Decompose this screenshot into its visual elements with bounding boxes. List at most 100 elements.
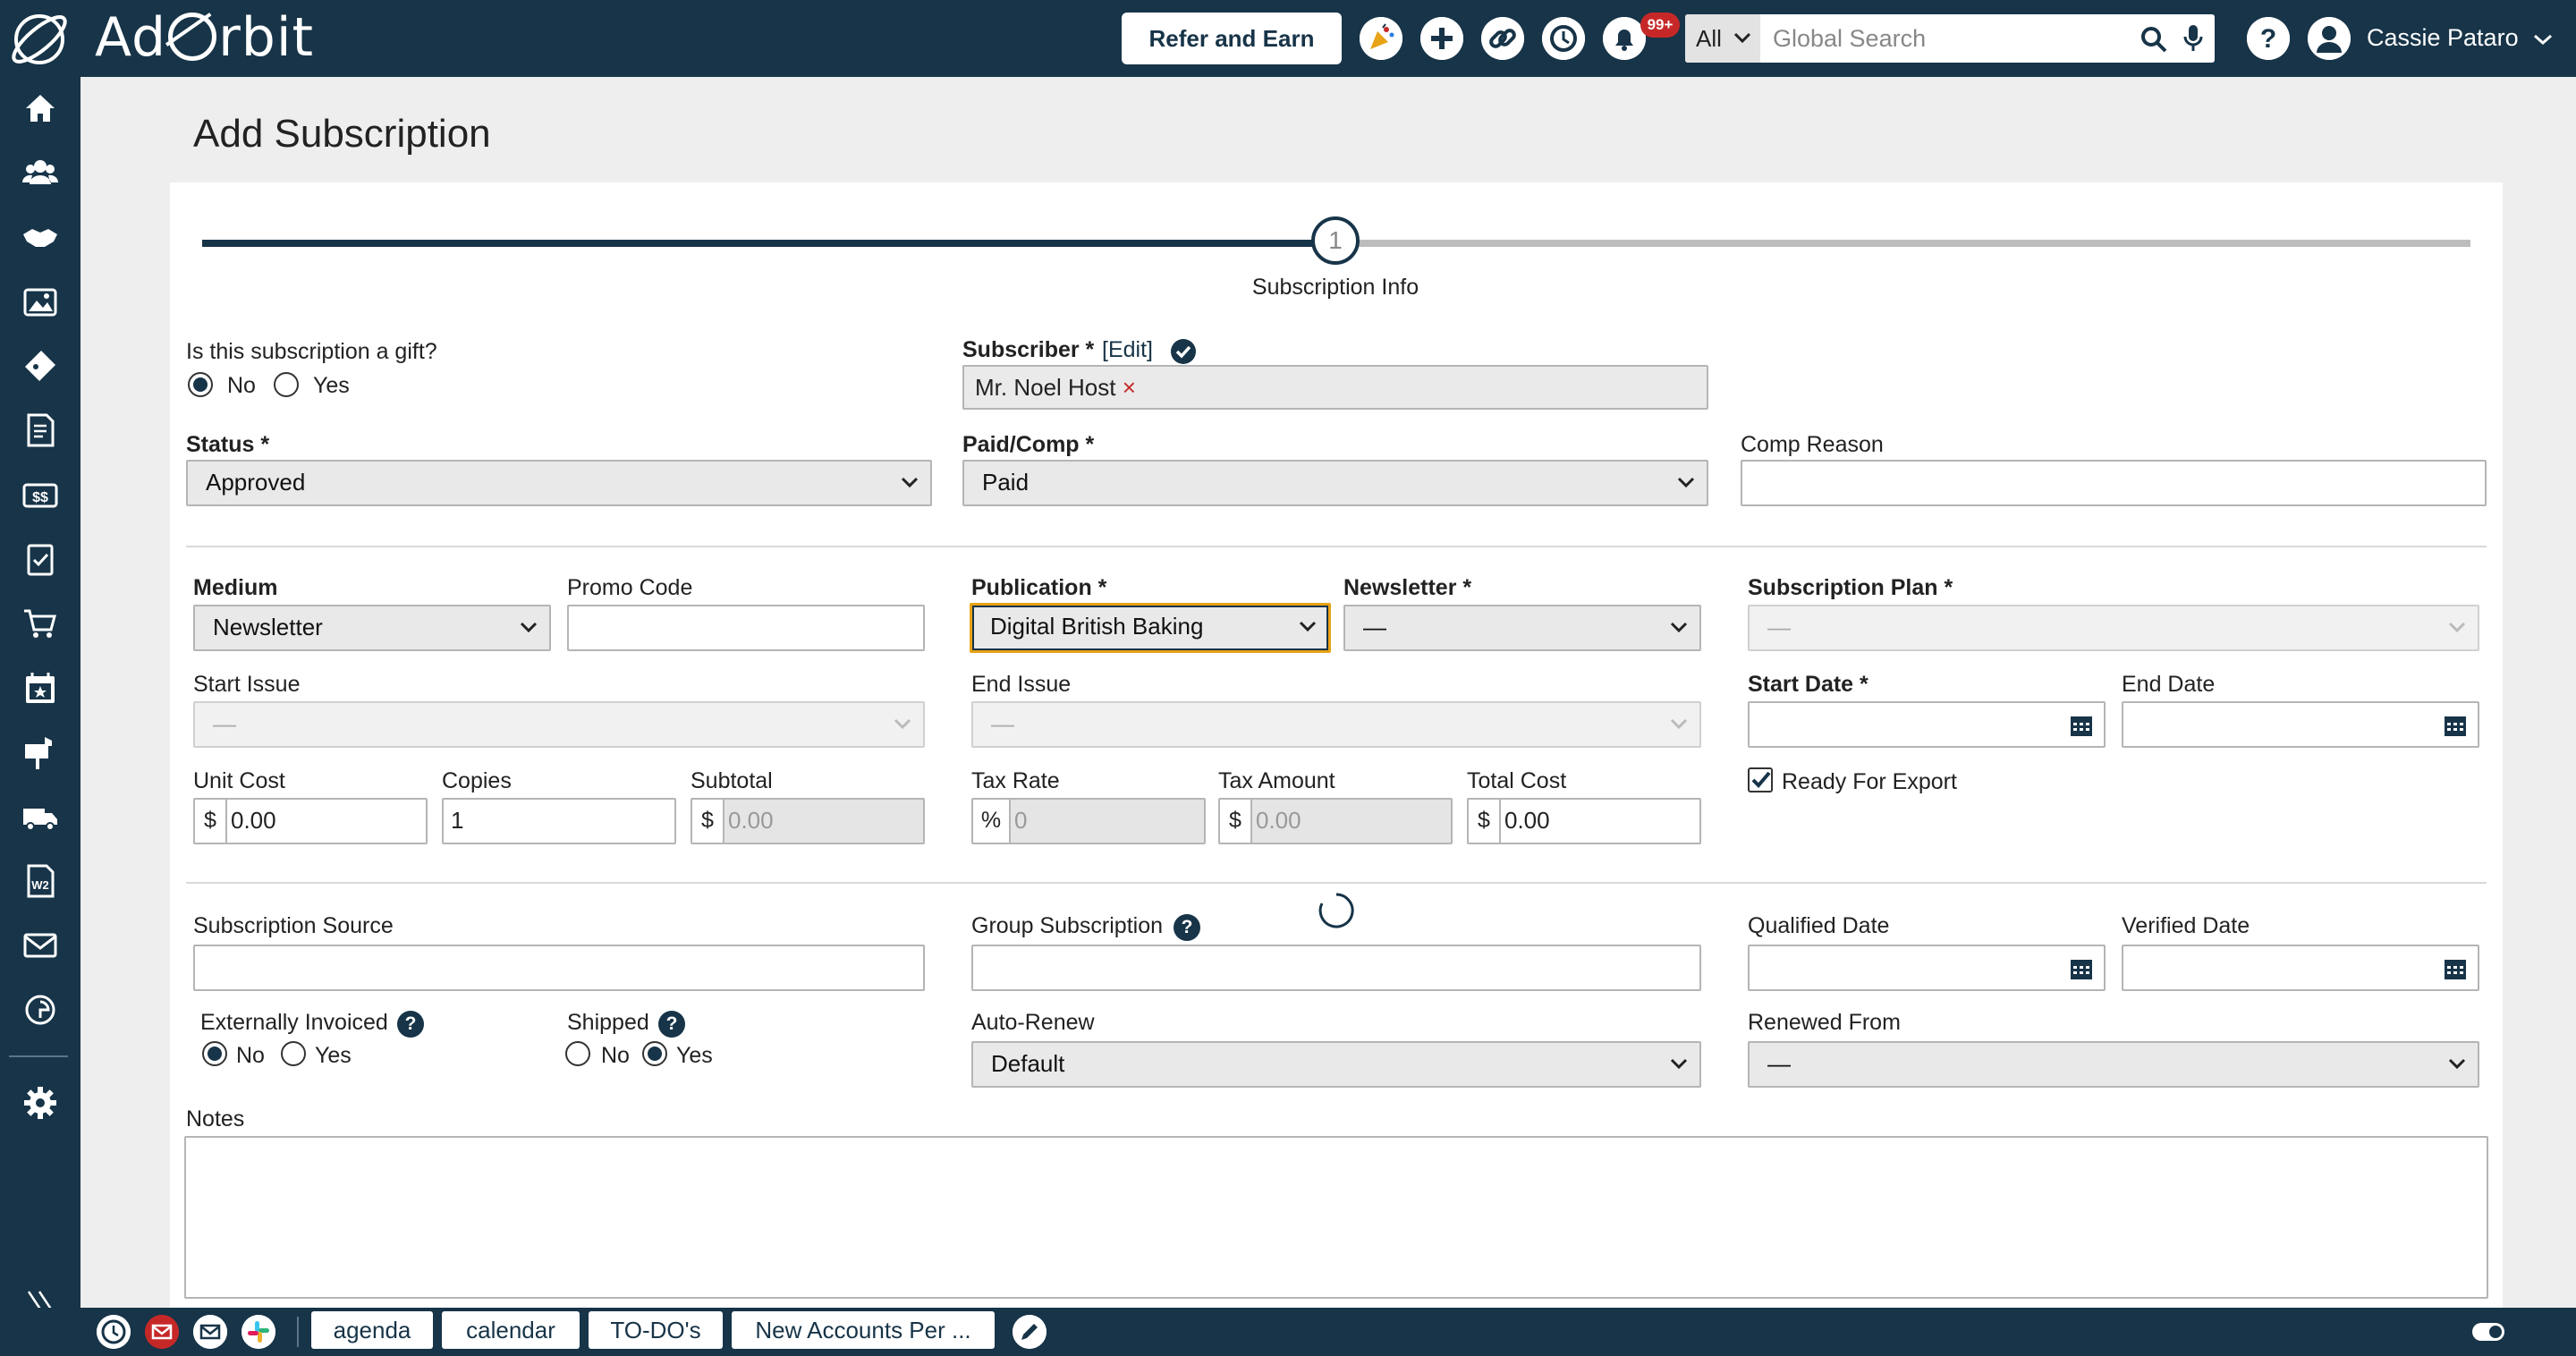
party-popper-icon[interactable] xyxy=(1360,17,1402,60)
sidebar-divider xyxy=(9,1055,68,1057)
tax-amount-input: $0.00 xyxy=(1218,798,1453,844)
publication-select[interactable]: Digital British Baking xyxy=(970,603,1331,653)
qualified-date-input[interactable] xyxy=(1748,945,2106,991)
copies-input[interactable]: 1 xyxy=(442,798,676,844)
gift-no-label: No xyxy=(227,373,256,398)
group-subscription-input[interactable] xyxy=(971,945,1701,991)
verified-check-icon xyxy=(1170,338,1197,365)
chevron-down-icon xyxy=(2448,1058,2466,1070)
ready-for-export-checkbox[interactable] xyxy=(1748,767,1773,792)
percent-prefix: % xyxy=(973,800,1011,843)
email-icon[interactable] xyxy=(21,927,59,964)
history-clock-icon[interactable] xyxy=(1542,17,1585,60)
handshake-icon[interactable] xyxy=(21,218,59,256)
help-icon[interactable]: ? xyxy=(397,1011,424,1038)
billing-icon[interactable]: $$ xyxy=(21,476,59,513)
subscription-source-input[interactable] xyxy=(193,945,925,991)
notes-textarea[interactable] xyxy=(184,1136,2488,1299)
start-issue-select[interactable]: — xyxy=(193,701,925,748)
agenda-tab[interactable]: agenda xyxy=(311,1311,433,1349)
refer-and-earn-button[interactable]: Refer and Earn xyxy=(1122,13,1342,64)
help-icon[interactable]: ? xyxy=(658,1011,685,1038)
total-cost-input[interactable]: $0.00 xyxy=(1467,798,1701,844)
search-scope-select[interactable]: All xyxy=(1685,14,1760,63)
promo-code-input[interactable] xyxy=(567,605,925,651)
end-issue-select[interactable]: — xyxy=(971,701,1701,748)
shipped-no-radio[interactable] xyxy=(565,1041,590,1066)
slack-icon[interactable] xyxy=(242,1315,275,1349)
calendar-tab[interactable]: calendar xyxy=(442,1311,580,1349)
media-icon[interactable] xyxy=(21,283,59,320)
chevron-down-icon xyxy=(1670,622,1688,633)
chevron-down-icon xyxy=(1733,32,1751,44)
renewed-from-select[interactable]: — xyxy=(1748,1041,2479,1088)
externally-invoiced-label: Externally Invoiced xyxy=(200,1010,388,1035)
medium-select[interactable]: Newsletter xyxy=(193,605,551,651)
auto-renew-select[interactable]: Default xyxy=(971,1041,1701,1088)
dollar-prefix: $ xyxy=(1469,800,1501,843)
subscriber-field[interactable]: Mr. Noel Host × xyxy=(962,365,1708,410)
w2-form-icon[interactable]: W2 xyxy=(21,862,59,900)
step-indicator[interactable]: 1 xyxy=(1311,216,1360,265)
user-avatar-icon[interactable] xyxy=(2308,17,2351,60)
publication-label: Publication * xyxy=(971,575,1107,600)
shipped-yes-radio[interactable] xyxy=(642,1041,667,1066)
status-select[interactable]: Approved xyxy=(186,460,932,506)
search-icon[interactable] xyxy=(2140,25,2168,54)
global-search-input[interactable] xyxy=(1760,14,2136,63)
bell-icon[interactable] xyxy=(1603,17,1646,60)
shipped-yes-label: Yes xyxy=(676,1043,713,1068)
subscription-plan-select[interactable]: — xyxy=(1748,605,2479,651)
gift-yes-radio[interactable] xyxy=(274,372,299,397)
newsletter-label: Newsletter * xyxy=(1343,575,1472,600)
notifications-badge: 99+ xyxy=(1640,13,1680,38)
externally-invoiced-no-radio[interactable] xyxy=(202,1041,227,1066)
home-icon[interactable] xyxy=(21,89,59,127)
settings-icon[interactable] xyxy=(21,1084,59,1122)
verified-date-input[interactable] xyxy=(2122,945,2479,991)
mailbox-icon[interactable] xyxy=(21,733,59,771)
app-logo[interactable]: Ad rbit xyxy=(95,5,314,70)
todos-tab[interactable]: TO-DO's xyxy=(589,1311,723,1349)
contacts-icon[interactable] xyxy=(21,154,59,191)
chevron-down-icon xyxy=(2448,622,2466,633)
link-icon[interactable] xyxy=(1481,17,1524,60)
clock-icon[interactable] xyxy=(97,1315,131,1349)
tasks-icon[interactable] xyxy=(21,540,59,578)
circulation-icon[interactable] xyxy=(21,991,59,1029)
help-icon[interactable]: ? xyxy=(2247,17,2290,60)
end-date-input[interactable] xyxy=(2122,701,2479,748)
comp-reason-input[interactable] xyxy=(1741,460,2487,506)
subscriber-edit-link[interactable]: [Edit] xyxy=(1102,336,1153,363)
shipped-no-label: No xyxy=(601,1043,630,1068)
envelope-icon[interactable] xyxy=(193,1315,227,1349)
newsletter-select[interactable]: — xyxy=(1343,605,1701,651)
user-menu[interactable]: Cassie Pataro xyxy=(2367,20,2554,55)
gift-no-radio[interactable] xyxy=(188,372,213,397)
section-divider xyxy=(186,882,2487,884)
externally-invoiced-yes-radio[interactable] xyxy=(281,1041,306,1066)
calendar-icon[interactable] xyxy=(21,669,59,707)
toggle-switch-icon[interactable] xyxy=(2470,1317,2506,1347)
subtotal-input: $0.00 xyxy=(691,798,925,844)
plus-icon[interactable] xyxy=(1420,17,1463,60)
new-accounts-tab[interactable]: New Accounts Per ... xyxy=(732,1311,995,1349)
dollar-prefix: $ xyxy=(195,800,227,843)
cart-icon[interactable] xyxy=(21,605,59,642)
mail-alert-icon[interactable] xyxy=(145,1315,179,1349)
delivery-truck-icon[interactable] xyxy=(21,798,59,835)
chevron-down-icon xyxy=(894,718,911,730)
calendar-icon xyxy=(2445,716,2466,736)
ticket-icon[interactable] xyxy=(21,347,59,385)
paid-comp-select[interactable]: Paid xyxy=(962,460,1708,506)
chevron-down-icon xyxy=(1677,477,1695,488)
invoice-icon[interactable] xyxy=(21,411,59,449)
remove-subscriber-icon[interactable]: × xyxy=(1123,374,1136,401)
pencil-edit-icon[interactable] xyxy=(1013,1315,1046,1349)
unit-cost-input[interactable]: $0.00 xyxy=(193,798,428,844)
help-icon[interactable]: ? xyxy=(1174,914,1200,941)
microphone-icon[interactable] xyxy=(2182,23,2204,54)
orbit-logo-icon[interactable] xyxy=(5,7,73,72)
subscriber-label: Subscriber * xyxy=(962,337,1095,362)
start-date-input[interactable] xyxy=(1748,701,2106,748)
